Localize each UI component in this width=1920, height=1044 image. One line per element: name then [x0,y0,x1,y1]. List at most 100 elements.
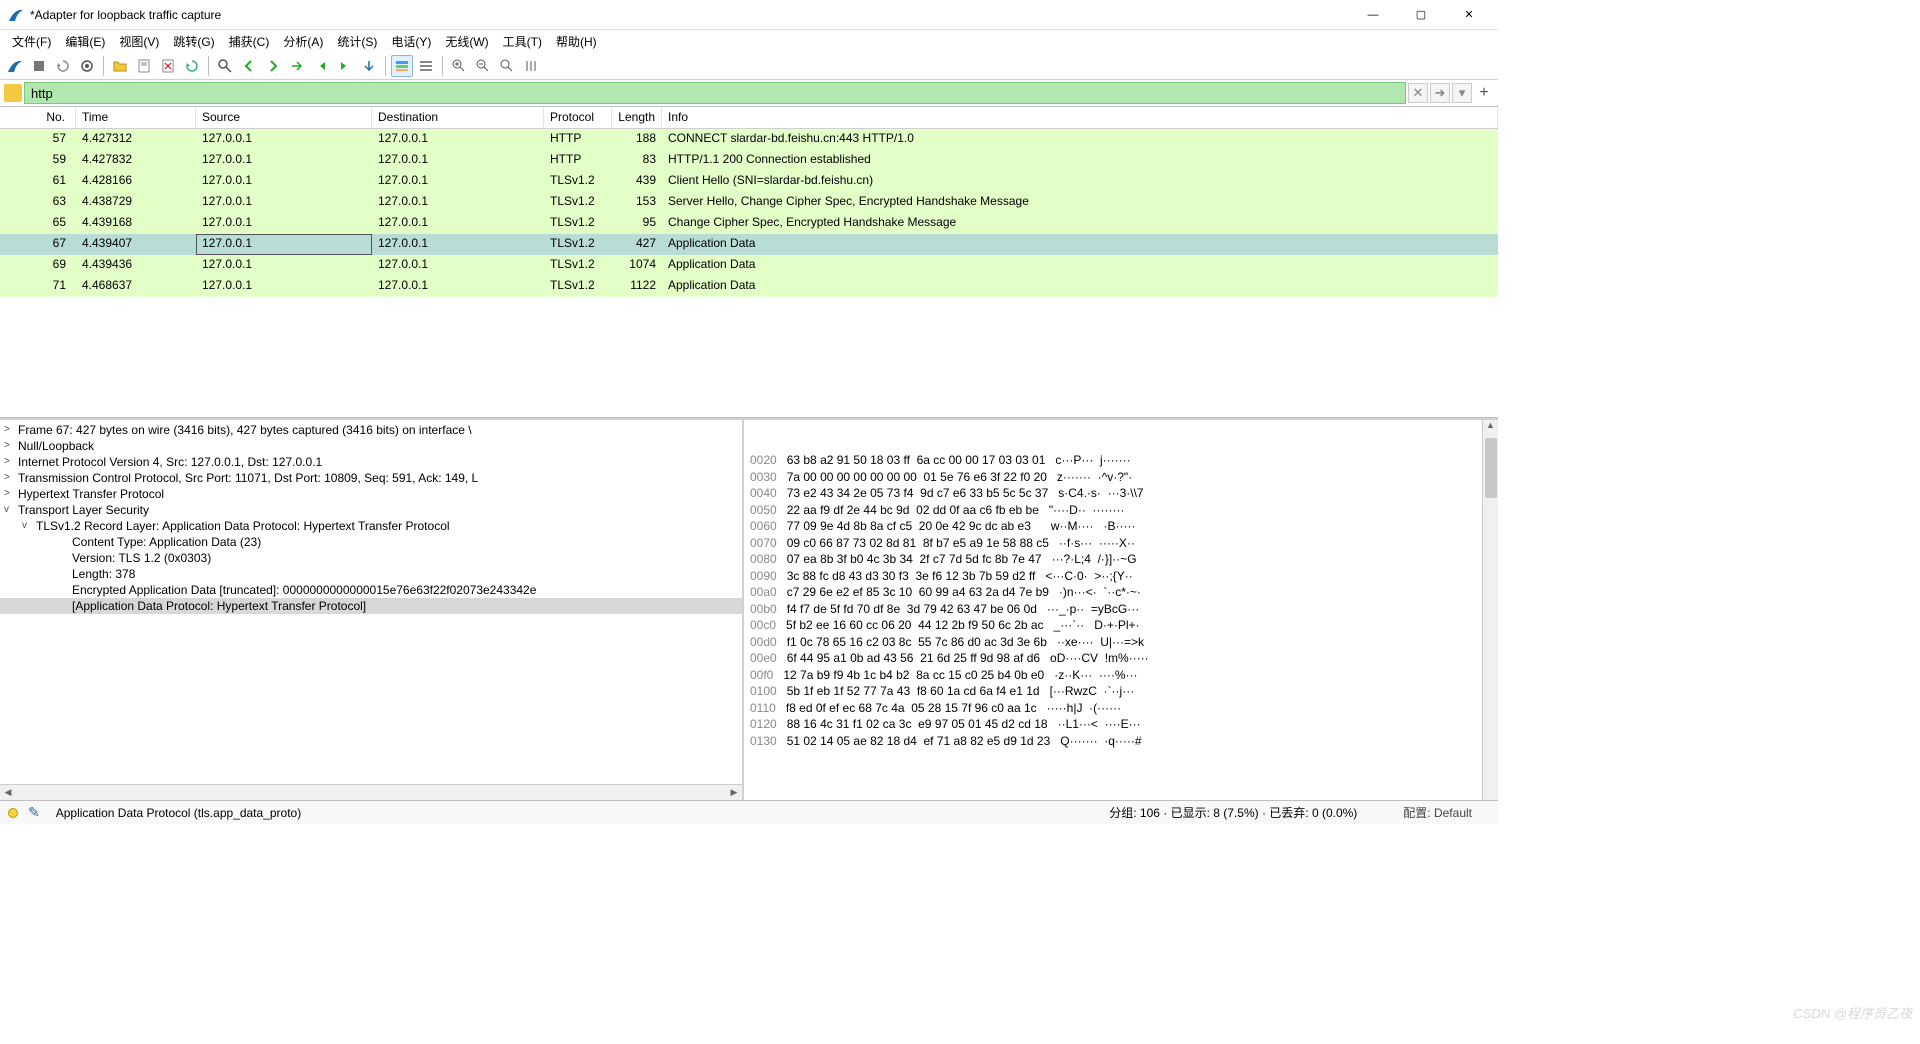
packet-details-tree[interactable]: >Frame 67: 427 bytes on wire (3416 bits)… [0,420,744,800]
resize-columns-icon[interactable] [520,55,542,77]
packet-row[interactable]: 634.438729127.0.0.1127.0.0.1TLSv1.2153Se… [0,192,1498,213]
menu-help[interactable]: 帮助(H) [550,31,603,52]
maximize-button[interactable]: ▢ [1406,5,1436,25]
go-forward-icon[interactable] [262,55,284,77]
hex-line[interactable]: 0090 3c 88 fc d8 43 d3 30 f3 3e f6 12 3b… [750,568,1492,585]
menu-analyze[interactable]: 分析(A) [277,31,329,52]
packet-bytes-hex[interactable]: 0020 63 b8 a2 91 50 18 03 ff 6a cc 00 00… [744,420,1498,800]
hex-line[interactable]: 0080 07 ea 8b 3f b0 4c 3b 34 2f c7 7d 5d… [750,551,1492,568]
menu-wireless[interactable]: 无线(W) [439,31,494,52]
hex-line[interactable]: 0060 77 09 9e 4d 8b 8a cf c5 20 0e 42 9c… [750,518,1492,535]
packet-row[interactable]: 674.439407127.0.0.1127.0.0.1TLSv1.2427Ap… [0,234,1498,255]
hex-line[interactable]: 0070 09 c0 66 87 73 02 8d 81 8f b7 e5 a9… [750,535,1492,552]
tree-node[interactable]: Length: 378 [0,566,742,582]
colorize-icon[interactable] [391,55,413,77]
filter-history-dropdown[interactable]: ▾ [1452,83,1472,103]
packet-list-header: No. Time Source Destination Protocol Len… [0,107,1498,129]
menu-view[interactable]: 视图(V) [113,31,165,52]
reload-file-icon[interactable] [181,55,203,77]
tree-node[interactable]: >Hypertext Transfer Protocol [0,486,742,502]
v-scrollbar[interactable]: ▲ [1482,420,1498,800]
hex-line[interactable]: 0050 22 aa f9 df 2e 44 bc 9d 02 dd 0f aa… [750,502,1492,519]
hex-line[interactable]: 0120 88 16 4c 31 f1 02 ca 3c e9 97 05 01… [750,716,1492,733]
col-header-source[interactable]: Source [196,107,372,128]
watermark: CSDN @程序员乙夜 [1793,1003,1912,1022]
hex-line[interactable]: 00f0 12 7a b9 f9 4b 1c b4 b2 8a cc 15 c0… [750,667,1492,684]
titlebar: *Adapter for loopback traffic capture — … [0,0,1498,30]
statusbar: ✎ Application Data Protocol (tls.app_dat… [0,800,1498,824]
auto-scroll-live-icon[interactable] [415,55,437,77]
col-header-protocol[interactable]: Protocol [544,107,612,128]
packet-list[interactable]: No. Time Source Destination Protocol Len… [0,106,1498,418]
menu-tools[interactable]: 工具(T) [497,31,548,52]
hex-line[interactable]: 0130 51 02 14 05 ae 82 18 d4 ef 71 a8 82… [750,733,1492,750]
hex-line[interactable]: 00b0 f4 f7 de 5f fd 70 df 8e 3d 79 42 63… [750,601,1492,618]
close-button[interactable]: ✕ [1454,5,1484,25]
col-header-destination[interactable]: Destination [372,107,544,128]
packet-row[interactable]: 574.427312127.0.0.1127.0.0.1HTTP188CONNE… [0,129,1498,150]
menu-stats[interactable]: 统计(S) [331,31,383,52]
start-capture-icon[interactable] [4,55,26,77]
tree-node[interactable]: Version: TLS 1.2 (0x0303) [0,550,742,566]
packet-row[interactable]: 694.439436127.0.0.1127.0.0.1TLSv1.21074A… [0,255,1498,276]
tree-node[interactable]: Encrypted Application Data [truncated]: … [0,582,742,598]
h-scrollbar[interactable]: ◀▶ [0,784,742,800]
tree-node[interactable]: Content Type: Application Data (23) [0,534,742,550]
go-back-icon[interactable] [238,55,260,77]
menu-capture[interactable]: 捕获(C) [223,31,276,52]
go-first-icon[interactable] [310,55,332,77]
zoom-out-icon[interactable] [472,55,494,77]
hex-line[interactable]: 0020 63 b8 a2 91 50 18 03 ff 6a cc 00 00… [750,452,1492,469]
detail-panes: >Frame 67: 427 bytes on wire (3416 bits)… [0,418,1498,800]
clear-filter-button[interactable]: ✕ [1408,83,1428,103]
packet-row[interactable]: 654.439168127.0.0.1127.0.0.1TLSv1.295Cha… [0,213,1498,234]
tree-node[interactable]: [Application Data Protocol: Hypertext Tr… [0,598,742,614]
menu-edit[interactable]: 编辑(E) [59,31,111,52]
hex-line[interactable]: 0040 73 e2 43 34 2e 05 73 f4 9d c7 e6 33… [750,485,1492,502]
go-to-packet-icon[interactable] [286,55,308,77]
hex-line[interactable]: 00e0 6f 44 95 a1 0b ad 43 56 21 6d 25 ff… [750,650,1492,667]
packet-row[interactable]: 594.427832127.0.0.1127.0.0.1HTTP83HTTP/1… [0,150,1498,171]
go-last-icon[interactable] [334,55,356,77]
col-header-length[interactable]: Length [612,107,662,128]
minimize-button[interactable]: — [1358,5,1388,25]
apply-filter-button[interactable]: ➜ [1430,83,1450,103]
hex-line[interactable]: 00a0 c7 29 6e e2 ef 85 3c 10 60 99 a4 63… [750,584,1492,601]
auto-scroll-icon[interactable] [358,55,380,77]
zoom-in-icon[interactable] [448,55,470,77]
hex-line[interactable]: 0110 f8 ed 0f ef ec 68 7c 4a 05 28 15 7f… [750,700,1492,717]
edit-icon[interactable]: ✎ [28,804,40,821]
tree-node[interactable]: >Frame 67: 427 bytes on wire (3416 bits)… [0,422,742,438]
tree-node[interactable]: >Transmission Control Protocol, Src Port… [0,470,742,486]
restart-capture-icon[interactable] [52,55,74,77]
stop-capture-icon[interactable] [28,55,50,77]
hex-line[interactable]: 0100 5b 1f eb 1f 52 77 7a 43 f8 60 1a cd… [750,683,1492,700]
add-filter-button[interactable]: + [1474,83,1494,103]
col-header-info[interactable]: Info [662,107,1498,128]
display-filter-input[interactable] [24,82,1406,104]
tree-node[interactable]: >Internet Protocol Version 4, Src: 127.0… [0,454,742,470]
menubar: 文件(F) 编辑(E) 视图(V) 跳转(G) 捕获(C) 分析(A) 统计(S… [0,30,1498,52]
menu-file[interactable]: 文件(F) [6,31,57,52]
menu-go[interactable]: 跳转(G) [167,31,220,52]
packet-row[interactable]: 714.468637127.0.0.1127.0.0.1TLSv1.21122A… [0,276,1498,297]
open-file-icon[interactable] [109,55,131,77]
find-icon[interactable] [214,55,236,77]
close-file-icon[interactable] [157,55,179,77]
status-profile[interactable]: 配置: Default [1385,804,1490,821]
hex-line[interactable]: 00d0 f1 0c 78 65 16 c2 03 8c 55 7c 86 d0… [750,634,1492,651]
bookmark-icon[interactable] [4,84,22,102]
tree-node[interactable]: >Null/Loopback [0,438,742,454]
packet-row[interactable]: 614.428166127.0.0.1127.0.0.1TLSv1.2439Cl… [0,171,1498,192]
zoom-reset-icon[interactable] [496,55,518,77]
tree-node[interactable]: vTransport Layer Security [0,502,742,518]
hex-line[interactable]: 00c0 5f b2 ee 16 60 cc 06 20 44 12 2b f9… [750,617,1492,634]
capture-options-icon[interactable] [76,55,98,77]
save-file-icon[interactable] [133,55,155,77]
col-header-no[interactable]: No. [0,107,76,128]
menu-telephony[interactable]: 电话(Y) [385,31,437,52]
hex-line[interactable]: 0030 7a 00 00 00 00 00 00 00 01 5e 76 e6… [750,469,1492,486]
expert-info-icon[interactable] [8,808,18,818]
tree-node[interactable]: vTLSv1.2 Record Layer: Application Data … [0,518,742,534]
col-header-time[interactable]: Time [76,107,196,128]
